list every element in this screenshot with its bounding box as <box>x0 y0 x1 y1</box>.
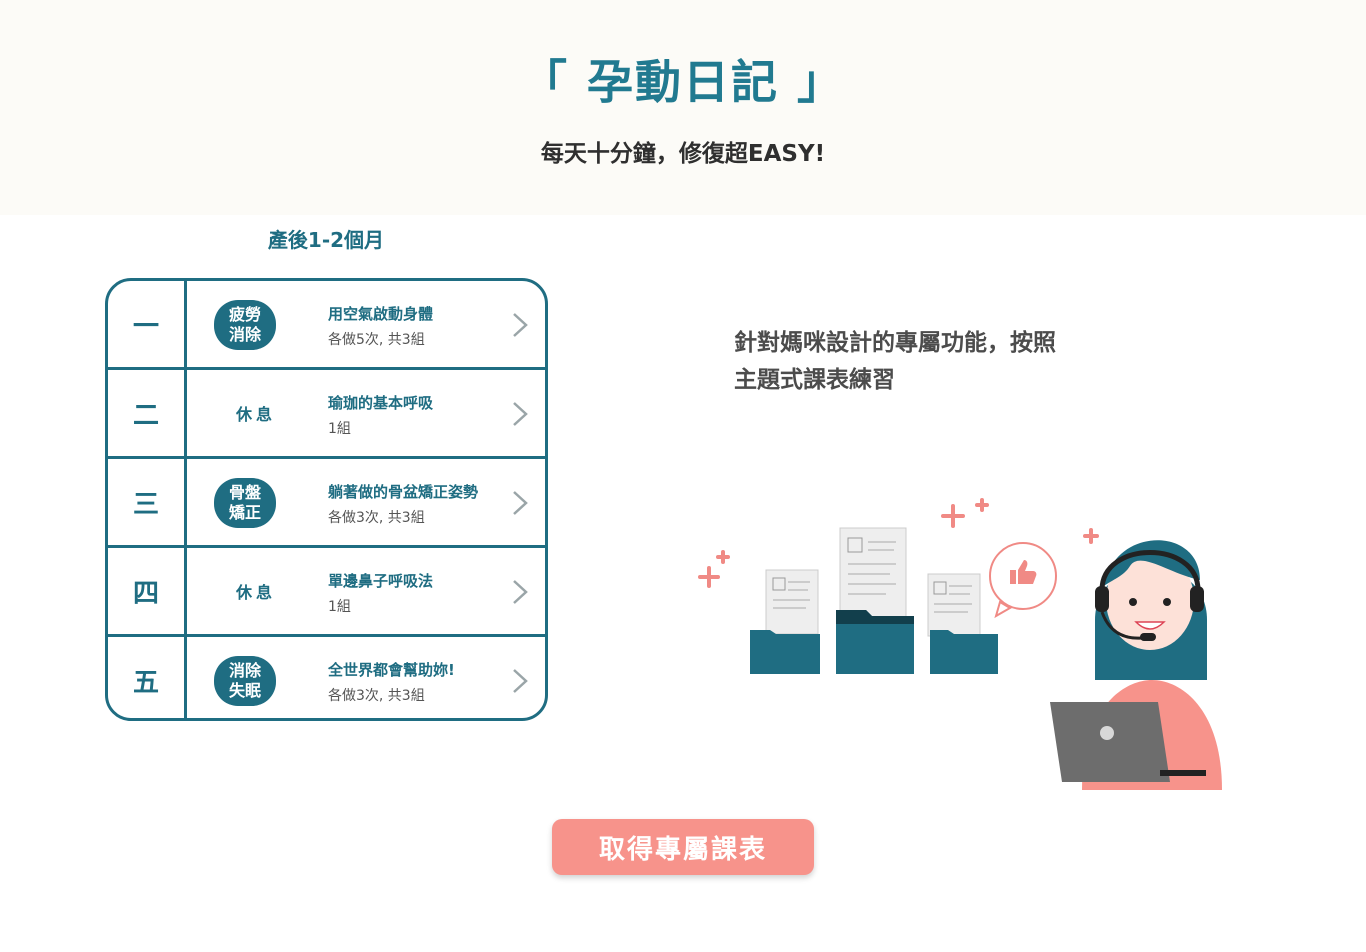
chevron-right-icon <box>513 580 528 604</box>
agent-person <box>1050 540 1222 790</box>
day-label: 三 <box>108 459 187 545</box>
category-badge: 消除 失眠 <box>214 656 276 706</box>
folder-icon <box>750 569 820 674</box>
get-schedule-button[interactable]: 取得專屬課表 <box>552 819 814 875</box>
chevron-right-icon <box>513 491 528 515</box>
day-label: 五 <box>108 637 187 718</box>
exercise-detail: 1組 <box>328 599 351 615</box>
day-label: 四 <box>108 548 187 634</box>
chevron-right-icon <box>513 313 528 337</box>
schedule-period-label: 產後1-2個月 <box>267 228 385 252</box>
exercise-detail: 各做5次, 共3組 <box>328 332 425 348</box>
exercise-name: 躺著做的骨盆矯正姿勢 <box>328 483 479 501</box>
schedule-row-day-4[interactable]: 四 休息 單邊鼻子呼吸法 1組 <box>108 548 545 637</box>
exercise-name: 用空氣啟動身體 <box>328 305 434 323</box>
category-badge: 骨盤 矯正 <box>214 478 276 528</box>
category-badge: 疲勞 消除 <box>214 300 276 350</box>
schedule-row-day-2[interactable]: 二 休息 瑜珈的基本呼吸 1組 <box>108 370 545 459</box>
folder-icon <box>836 527 914 674</box>
rest-label: 休息 <box>235 405 276 424</box>
exercise-detail: 各做3次, 共3組 <box>328 688 425 704</box>
thumbs-up-icon <box>989 542 1057 619</box>
exercise-detail: 各做3次, 共3組 <box>328 510 425 526</box>
page-subtitle: 每天十分鐘，修復超EASY! <box>540 141 826 167</box>
support-agent-illustration <box>698 498 1222 790</box>
feature-description-line-1: 針對媽咪設計的專屬功能，按照 <box>734 330 1056 356</box>
day-label: 二 <box>108 370 187 456</box>
schedule-row-day-5[interactable]: 五 消除 失眠 全世界都會幫助妳! 各做3次, 共3組 <box>108 637 545 718</box>
schedule-table: 一 疲勞 消除 用空氣啟動身體 各做5次, 共3組 二 休息 瑜珈的基本呼吸 1… <box>105 278 548 721</box>
folder-icon <box>927 573 998 674</box>
exercise-name: 全世界都會幫助妳! <box>328 661 455 679</box>
chevron-right-icon <box>513 402 528 426</box>
exercise-detail: 1組 <box>328 421 351 437</box>
rest-label: 休息 <box>235 583 276 602</box>
page-title: 「 孕動日記 」 <box>520 55 846 109</box>
chevron-right-icon <box>513 669 528 693</box>
exercise-name: 單邊鼻子呼吸法 <box>328 572 434 590</box>
day-label: 一 <box>108 281 187 367</box>
exercise-name: 瑜珈的基本呼吸 <box>328 394 434 412</box>
feature-description-line-2: 主題式課表練習 <box>734 367 895 393</box>
feature-description: 針對媽咪設計的專屬功能，按照 主題式課表練習 <box>734 325 1114 399</box>
schedule-row-day-3[interactable]: 三 骨盤 矯正 躺著做的骨盆矯正姿勢 各做3次, 共3組 <box>108 459 545 548</box>
schedule-row-day-1[interactable]: 一 疲勞 消除 用空氣啟動身體 各做5次, 共3組 <box>108 281 545 370</box>
